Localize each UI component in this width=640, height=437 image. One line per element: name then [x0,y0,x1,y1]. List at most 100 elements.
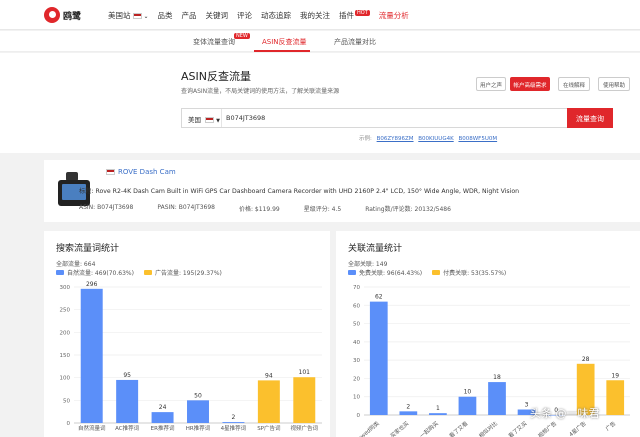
bar[interactable] [116,379,139,423]
nav-item[interactable]: 动态追踪 [261,10,291,21]
bar[interactable] [488,382,506,415]
traffic-search-button[interactable]: 流量查询 [567,108,613,128]
brand-name[interactable]: 鸥鹭 [63,9,81,22]
bar[interactable] [257,380,280,423]
rating-count-value: Rating数/评论数: 20132/5486 [365,206,451,213]
nav-item[interactable]: 关键词 [206,10,229,21]
rating-value: 星级评分: 4.5 [303,206,342,213]
bar-value-label: 62 [375,294,383,301]
card-title: 搜索流量词统计 [56,244,120,254]
legend-swatch [56,270,64,275]
legend-swatch [143,270,152,275]
nav-item-label: 插件 [339,11,355,20]
x-tick-label: 买家也买 [388,419,410,437]
nav-item[interactable]: 产品 [182,10,197,21]
bar-value-label: 18 [493,374,501,381]
usage-help-button[interactable]: 使用帮助 [598,77,630,91]
x-tick-label: 4星广告 [567,419,588,437]
product-meta: ASIN: B074JT3698 PASIN: B074JT3698 价格: $… [79,204,475,213]
search-traffic-card: 搜索流量词统计 全部流量: 664 自然流量: 469(70.63%) 广告流量… [44,231,330,437]
bar[interactable] [222,422,245,423]
card-title: 关联流量统计 [348,244,403,254]
x-tick-label: AC推荐词 [115,424,140,432]
brand-logo-icon[interactable] [44,7,60,23]
active-tab-indicator [254,50,310,52]
nav-item[interactable]: 品类 [158,10,173,21]
bar[interactable] [606,380,625,415]
y-tick-label: 50 [353,322,360,328]
asin-value: ASIN: B074JT3698 [79,204,134,211]
bar[interactable] [187,400,209,423]
legend-item[interactable]: 自然流量: 469(70.63%) [56,268,134,277]
asin-input[interactable] [226,110,576,126]
y-tick-label: 30 [353,358,360,364]
nav-item-label: 我的关注 [300,11,331,20]
search-panel: ASIN反查流量 查询ASIN流量，不局关键词的使用方法，了解关联流量来源 用户… [0,53,640,153]
nav-item-label: 关键词 [205,11,229,20]
nav-item[interactable]: 我的关注 [300,10,330,21]
y-tick-label: 200 [60,330,71,336]
y-tick-label: 0 [357,413,361,419]
example-asin-link[interactable]: B00KIUUG4K [418,136,453,142]
example-asin-link[interactable]: B008WF5U0M [458,136,497,142]
tab-asin-reverse[interactable]: ASIN反查流量 [262,37,307,47]
top-navbar: 鸥鹭 美国站 ⌄ 品类 产品 关键词 评论 动态追踪 我的关注 插件 HOT 流量分析 [0,0,640,30]
total-traffic: 全部流量: 664 [56,261,96,268]
bar[interactable] [369,301,388,415]
legend-label: 免费关联: 96(64.43%) [359,270,423,277]
total-related: 全部关联: 149 [348,261,388,268]
country-select[interactable]: 美国 ▼ [182,109,222,127]
legend-item[interactable]: 付费关联: 53(35.57%) [432,268,506,277]
watermark: 头条 @一味君 [530,407,600,420]
bar-value-label: 296 [86,281,98,288]
y-tick-label: 10 [353,395,360,401]
y-tick-label: 150 [60,353,71,359]
main-nav: 美国站 ⌄ 品类 产品 关键词 评论 动态追踪 我的关注 插件 HOT 流量分析 [108,10,418,21]
y-tick-label: 250 [60,308,71,314]
x-tick-label: 广告 [604,419,618,433]
bar[interactable] [458,396,477,415]
nav-item-label: 评论 [237,11,253,20]
tab-variant-traffic[interactable]: 变体流量查询 [193,37,235,47]
bar[interactable] [399,411,418,415]
premium-request-button[interactable]: 帐户高级需求 [510,77,550,91]
x-tick-label: 看了又买 [507,419,529,437]
legend-swatch [348,270,356,275]
price-value: 价格: $119.99 [238,206,280,213]
product-brand-link[interactable]: ROVE Dash Cam [106,168,176,176]
tab-product-compare[interactable]: 产品流量对比 [334,37,376,47]
x-tick-label: 相似对比 [477,419,499,437]
chevron-down-icon: ▼ [216,118,221,124]
example-asin-link[interactable]: B06ZY896ZM [377,136,414,142]
bar-value-label: 95 [123,372,131,379]
y-tick-label: 100 [60,376,71,382]
examples-label: 示例: [359,136,372,142]
title-text: Rove R2-4K Dash Cam Built in WiFi GPS Ca… [95,188,520,195]
us-flag-icon [205,117,215,123]
nav-item[interactable]: 流量分析 [379,10,409,21]
x-tick-label: 一起购买 [418,419,440,437]
us-flag-icon [106,169,115,175]
online-help-button[interactable]: 在线解释 [558,77,590,91]
nav-item-label: 美国站 [108,11,131,20]
user-voice-button[interactable]: 用户之声 [476,77,506,91]
bar-value-label: 2 [232,414,236,421]
bar-value-label: 28 [582,356,590,363]
bar[interactable] [429,413,447,415]
x-tick-label: HR推荐词 [186,424,211,432]
legend-item[interactable]: 广告流量: 195(29.37%) [143,268,222,277]
legend-item[interactable]: 免费关联: 96(64.43%) [348,268,422,277]
x-tick-label: ER推荐词 [151,424,175,432]
bar-value-label: 19 [611,372,619,379]
bar-value-label: 3 [525,402,529,409]
bar[interactable] [293,377,316,423]
bar[interactable] [151,412,174,423]
sub-tabs: 变体流量查询 ASIN反查流量 产品流量对比 [0,31,640,52]
page-description: 查询ASIN流量，不局关键词的使用方法，了解关联流量来源 [181,88,340,95]
nav-item[interactable]: 美国站 ⌄ [108,10,149,21]
page-title: ASIN反查流量 [181,70,251,83]
bar[interactable] [80,288,103,423]
x-tick-label: 看了又看 [447,419,469,437]
nav-item[interactable]: 评论 [237,10,252,21]
nav-item[interactable]: 插件 HOT [339,10,370,21]
